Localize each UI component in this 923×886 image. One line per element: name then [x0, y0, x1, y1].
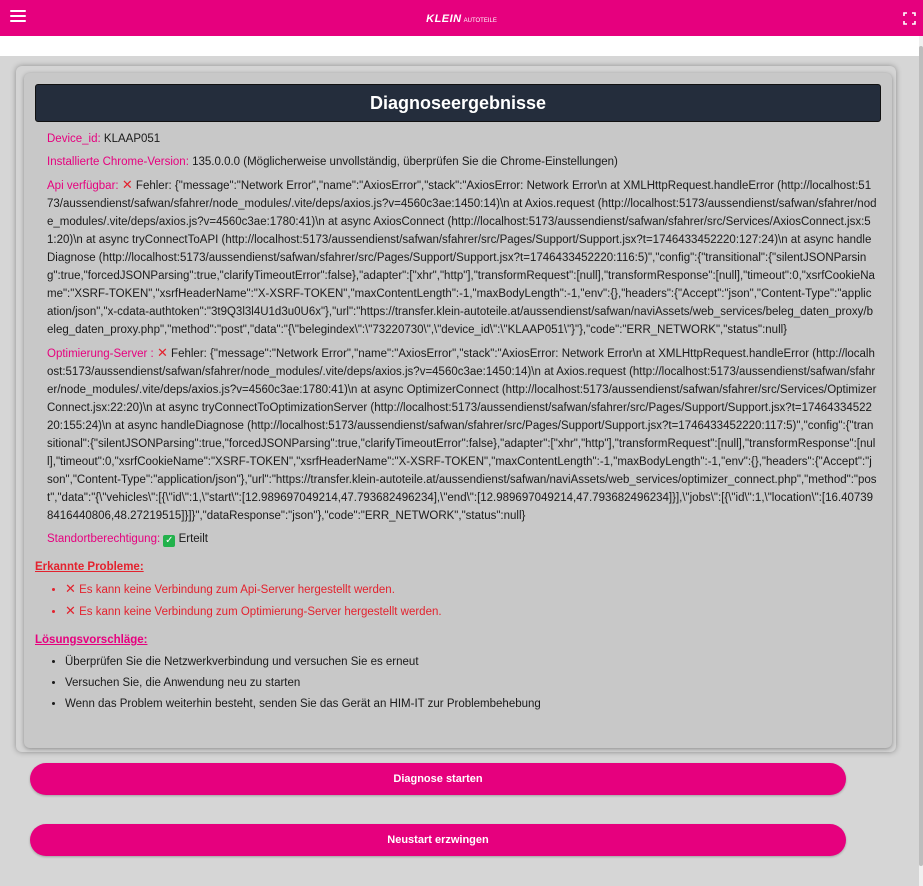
cross-icon: ✕ — [121, 177, 133, 192]
force-restart-button[interactable]: Neustart erzwingen — [30, 824, 846, 856]
optimizer-error-value: Fehler: {"message":"Network Error","name… — [47, 348, 877, 522]
device-id-value: KLAAP051 — [103, 133, 161, 145]
problems-heading: Erkannte Probleme: — [35, 561, 144, 573]
chrome-version-label: Installierte Chrome-Version: — [47, 156, 189, 168]
chrome-version-row: Installierte Chrome-Version: 135.0.0.0 (… — [47, 153, 877, 171]
logo-text: KLEIN — [426, 13, 462, 25]
location-label: Standortberechtigung: — [47, 533, 161, 545]
problem-text: Es kann keine Verbindung zum Api-Server … — [79, 584, 395, 596]
start-diagnose-button[interactable]: Diagnose starten — [30, 763, 846, 795]
suggestions-list: Überprüfen Sie die Netzwerkverbindung un… — [47, 653, 877, 713]
problem-item: ✕ Es kann keine Verbindung zum Api-Serve… — [65, 580, 877, 599]
diagnose-panel: Diagnoseergebnisse Device_id: KLAAP051 I… — [16, 66, 896, 752]
api-row: Api verfügbar: ✕ Fehler: {"message":"Net… — [47, 176, 877, 339]
page-content: Diagnoseergebnisse Device_id: KLAAP051 I… — [0, 56, 919, 886]
cross-icon: ✕ — [65, 581, 76, 596]
problems-list: ✕ Es kann keine Verbindung zum Api-Serve… — [47, 580, 877, 621]
results-content: Device_id: KLAAP051 Installierte Chrome-… — [35, 130, 877, 716]
api-label: Api verfügbar: — [47, 180, 119, 192]
logo-subtext: autoteile — [463, 18, 497, 24]
optimizer-label: Optimierung-Server : — [47, 348, 154, 360]
suggestion-item: Überprüfen Sie die Netzwerkverbindung un… — [65, 653, 877, 671]
check-icon: ✓ — [163, 535, 176, 547]
api-error-value: Fehler: {"message":"Network Error","name… — [47, 180, 877, 336]
suggestions-heading: Lösungsvorschläge: — [35, 634, 148, 646]
scrollbar-thumb[interactable] — [919, 46, 923, 866]
optimizer-row: Optimierung-Server : ✕ Fehler: {"message… — [47, 344, 877, 525]
scrollbar[interactable] — [919, 36, 923, 886]
chrome-version-value: 135.0.0.0 (Möglicherweise unvollständig,… — [192, 156, 618, 168]
device-id-row: Device_id: KLAAP051 — [47, 130, 877, 148]
suggestion-item: Versuchen Sie, die Anwendung neu zu star… — [65, 674, 877, 692]
location-row: Standortberechtigung: ✓ Erteilt — [47, 530, 877, 548]
brand-logo: KLEIN autoteile — [0, 11, 923, 28]
device-id-label: Device_id: — [47, 133, 101, 145]
card-title: Diagnoseergebnisse — [35, 84, 881, 122]
top-app-bar: KLEIN autoteile — [0, 0, 923, 36]
cross-icon: ✕ — [65, 603, 76, 618]
cross-icon: ✕ — [156, 345, 168, 360]
diagnose-results-card: Diagnoseergebnisse Device_id: KLAAP051 I… — [24, 73, 892, 748]
problem-text: Es kann keine Verbindung zum Optimierung… — [79, 606, 442, 618]
suggestion-item: Wenn das Problem weiterhin besteht, send… — [65, 695, 877, 713]
fullscreen-icon[interactable] — [903, 12, 916, 25]
location-value: Erteilt — [178, 533, 208, 545]
problem-item: ✕ Es kann keine Verbindung zum Optimieru… — [65, 602, 877, 621]
